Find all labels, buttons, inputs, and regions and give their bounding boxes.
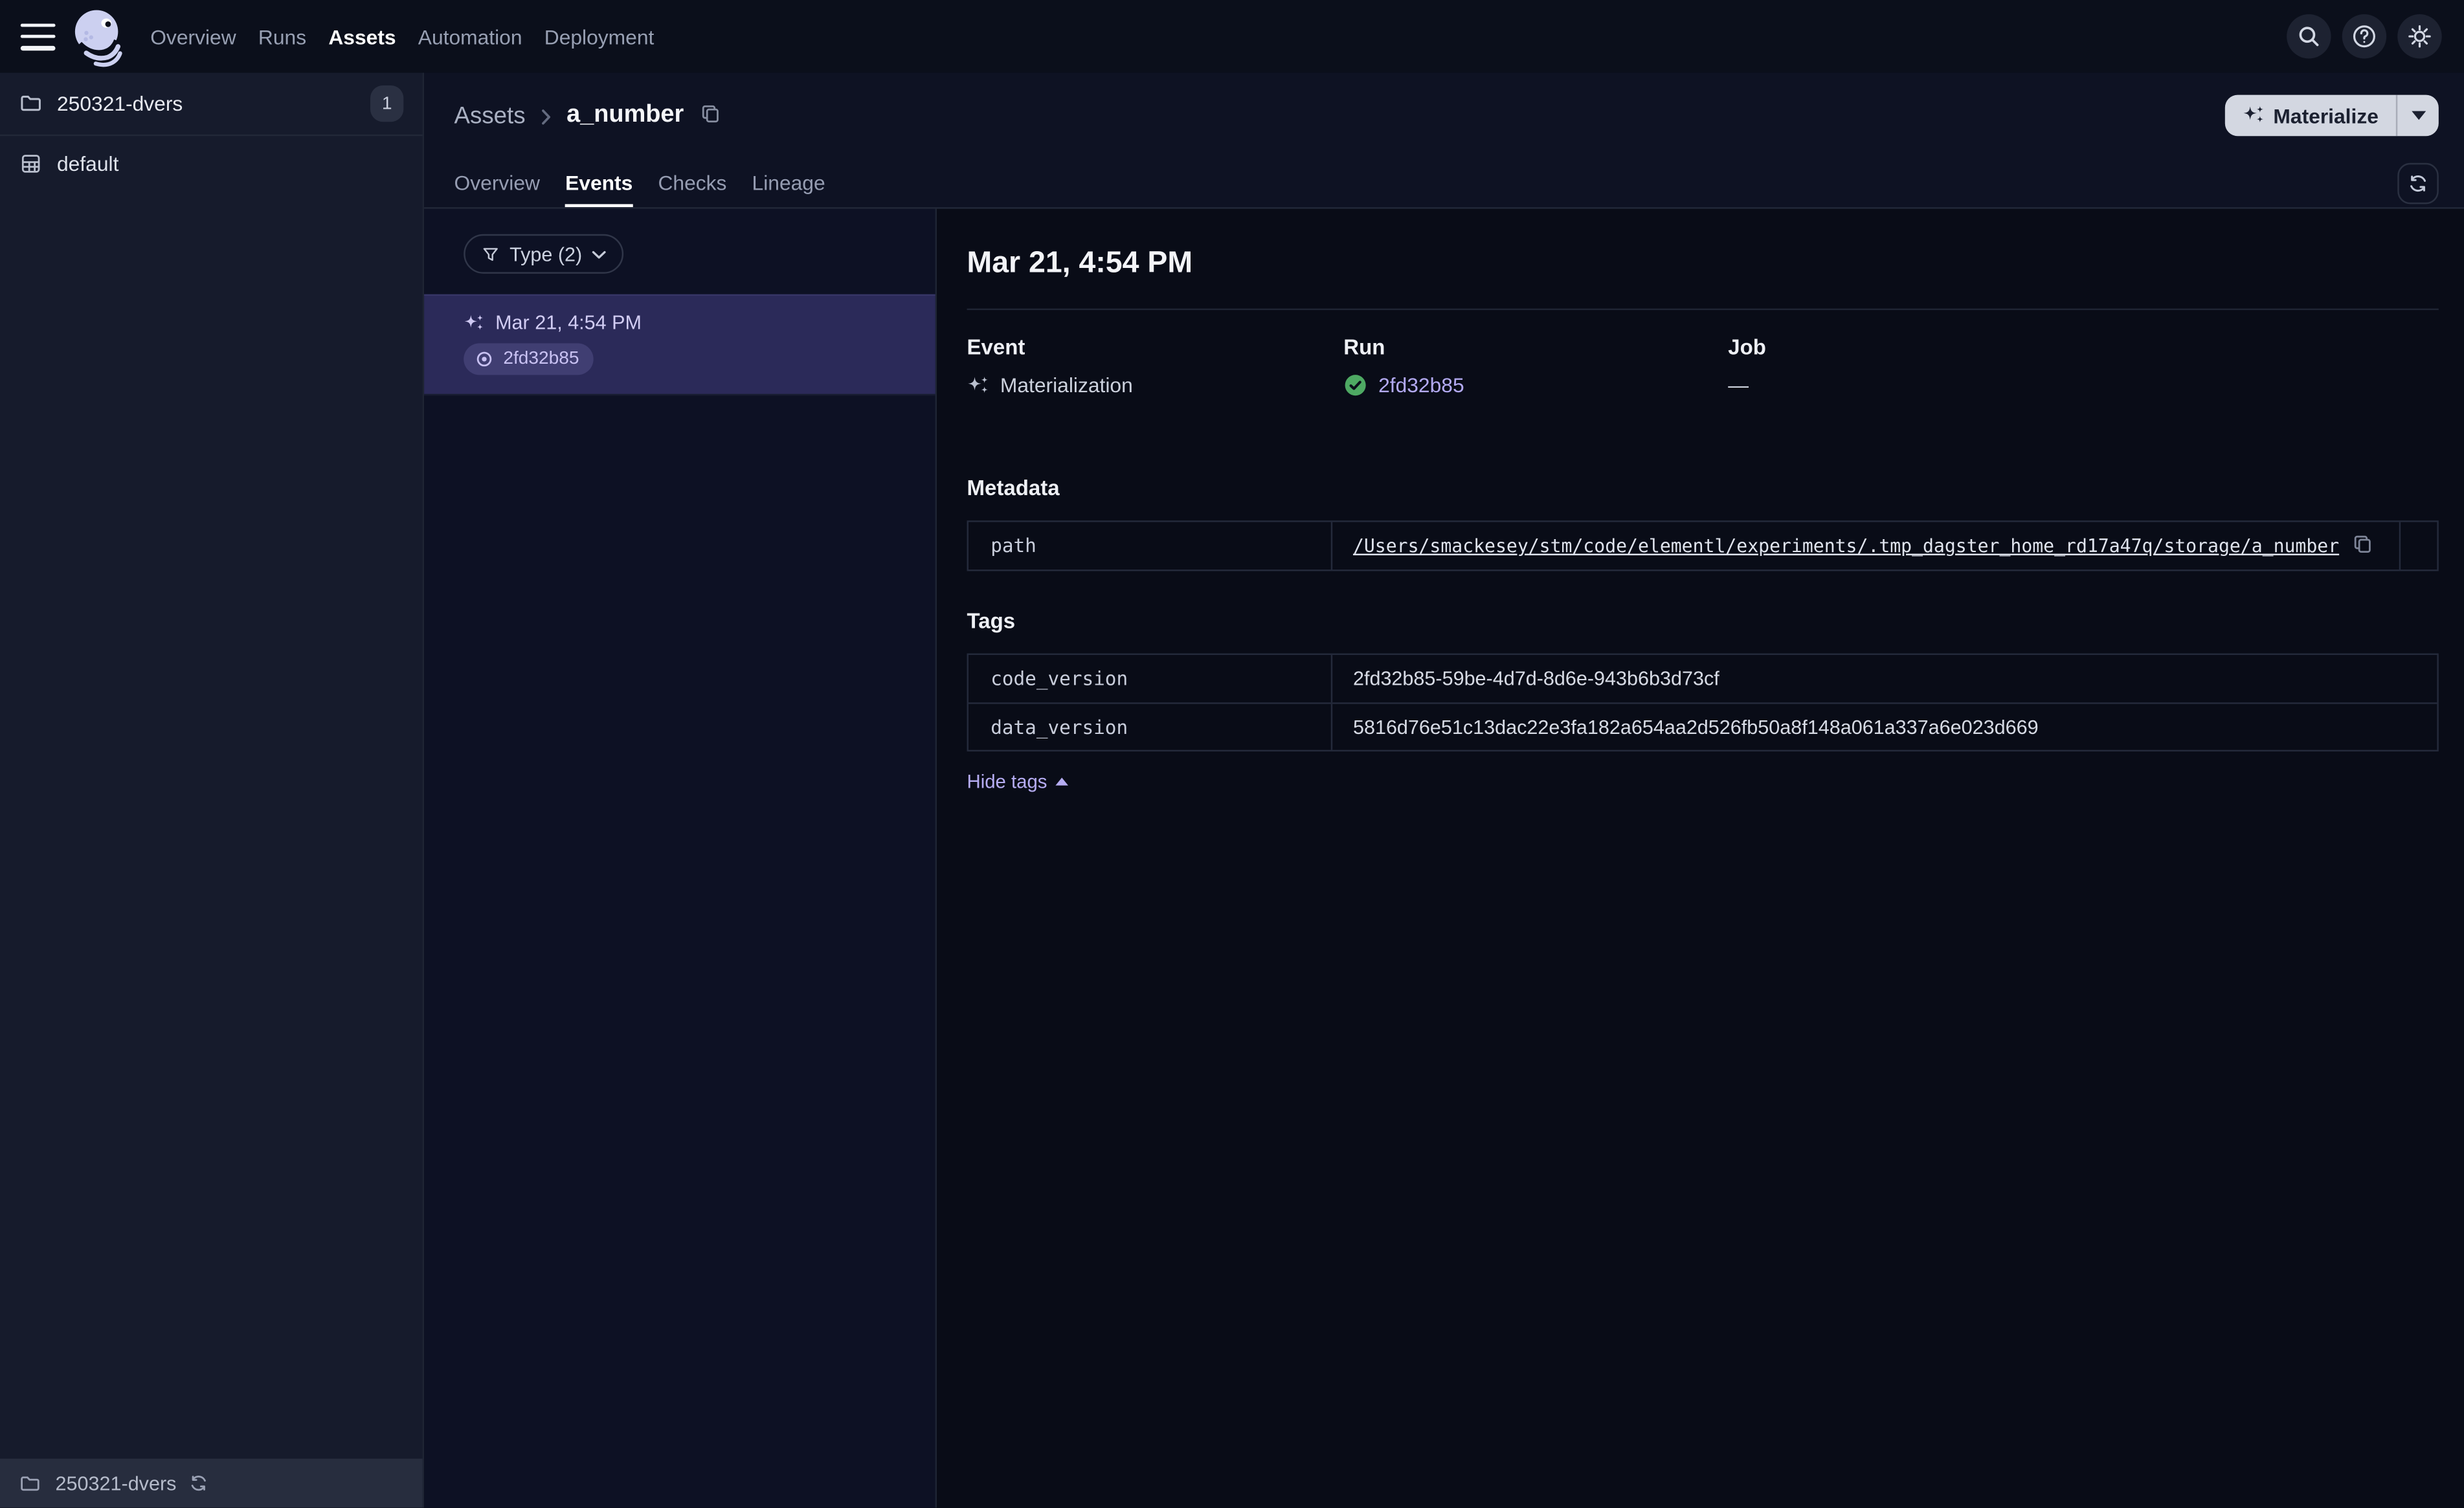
search-icon bbox=[2296, 24, 2322, 49]
materialization-sparkle-icon bbox=[464, 313, 484, 333]
tag-key: code_version bbox=[969, 654, 1333, 703]
folder-icon bbox=[19, 1472, 41, 1494]
main-content: Assets a_number Materialize Overview Eve… bbox=[424, 72, 2464, 1508]
settings-button[interactable] bbox=[2397, 14, 2442, 59]
divider bbox=[967, 308, 2439, 311]
event-column: Event Materialization bbox=[967, 335, 1344, 397]
materialize-split-button: Materialize bbox=[2224, 94, 2439, 137]
folder-icon bbox=[19, 92, 43, 116]
sidebar-item-label: default bbox=[56, 151, 119, 175]
materialize-button[interactable]: Materialize bbox=[2224, 95, 2396, 137]
event-column-label: Event bbox=[967, 335, 1025, 359]
asset-tabs: Overview Events Checks Lineage bbox=[424, 158, 2464, 207]
top-nav-actions bbox=[2287, 14, 2442, 59]
materialize-dropdown-button[interactable] bbox=[2397, 95, 2439, 137]
copy-path-button[interactable] bbox=[2352, 533, 2374, 560]
metadata-heading: Metadata bbox=[967, 476, 1060, 500]
tab-events[interactable]: Events bbox=[565, 158, 633, 207]
nav-item-runs[interactable]: Runs bbox=[258, 25, 306, 49]
sidebar-footer-code-location[interactable]: 250321-dvers bbox=[0, 1458, 423, 1508]
dagster-app: Overview Runs Assets Automation Deployme… bbox=[0, 0, 2464, 1508]
asset-group-icon bbox=[19, 151, 43, 175]
copy-icon bbox=[2352, 533, 2374, 555]
asset-header: Assets a_number Materialize Overview Eve… bbox=[424, 72, 2464, 209]
materialize-button-label: Materialize bbox=[2273, 104, 2379, 128]
dagster-logo-icon[interactable] bbox=[67, 3, 130, 70]
tag-key: data_version bbox=[969, 704, 1333, 750]
job-column: Job — bbox=[1728, 335, 2439, 397]
sidebar-item-default[interactable]: default bbox=[0, 136, 423, 190]
run-column-label: Run bbox=[1343, 335, 1385, 359]
nav-item-assets[interactable]: Assets bbox=[328, 25, 396, 49]
sidebar-group-count-badge: 1 bbox=[370, 85, 404, 122]
event-list: Mar 21, 4:54 PM 2fd32b85 bbox=[424, 294, 935, 396]
search-button[interactable] bbox=[2287, 14, 2331, 59]
chevron-down-icon bbox=[592, 249, 606, 259]
breadcrumb: Assets a_number Materialize bbox=[424, 72, 2464, 158]
tab-lineage[interactable]: Lineage bbox=[752, 158, 825, 207]
asset-sidebar: 250321-dvers 1 default 250321-dvers bbox=[0, 72, 425, 1508]
sync-icon bbox=[2407, 172, 2429, 194]
event-summary-columns: Event Materialization Run 2fd32b85 Job — bbox=[967, 335, 2439, 397]
tags-heading: Tags bbox=[967, 609, 1016, 633]
metadata-key: path bbox=[969, 522, 1333, 570]
event-detail-panel: Mar 21, 4:54 PM Event Materialization Ru… bbox=[937, 208, 2464, 1508]
hamburger-menu-button[interactable] bbox=[20, 23, 56, 50]
tab-overview[interactable]: Overview bbox=[454, 158, 540, 207]
run-chip-label: 2fd32b85 bbox=[503, 349, 579, 369]
sparkle-icon bbox=[2242, 104, 2264, 126]
type-filter-label: Type (2) bbox=[510, 243, 583, 265]
event-detail-title: Mar 21, 4:54 PM bbox=[967, 247, 1193, 280]
run-success-check-icon bbox=[1343, 373, 1367, 397]
tag-value: 2fd32b85-59be-4d7d-8d6e-943b6b3d73cf bbox=[1352, 667, 1719, 690]
nav-item-overview[interactable]: Overview bbox=[150, 25, 236, 49]
job-empty-value: — bbox=[1728, 373, 1749, 397]
main-nav: Overview Runs Assets Automation Deployme… bbox=[150, 25, 654, 49]
tab-checks[interactable]: Checks bbox=[658, 158, 726, 207]
event-list-panel: Type (2) Mar 21, 4:54 PM 2fd32b85 bbox=[424, 208, 937, 1508]
caret-down-icon bbox=[2411, 111, 2426, 120]
table-row: code_version 2fd32b85-59be-4d7d-8d6e-943… bbox=[969, 654, 2437, 703]
sidebar-group-row[interactable]: 250321-dvers 1 bbox=[0, 72, 423, 137]
table-row: path /Users/smackesey/stm/code/elementl/… bbox=[969, 522, 2437, 570]
breadcrumb-assets-link[interactable]: Assets bbox=[454, 102, 526, 129]
copy-asset-name-button[interactable] bbox=[700, 102, 722, 129]
chevron-right-icon bbox=[540, 108, 553, 124]
copy-icon bbox=[700, 102, 722, 124]
sidebar-group-name: 250321-dvers bbox=[56, 91, 183, 116]
table-row: data_version 5816d76e51c13dac22e3fa182a6… bbox=[968, 702, 2437, 750]
run-id-link[interactable]: 2fd32b85 bbox=[1378, 373, 1464, 397]
refresh-button[interactable] bbox=[2397, 162, 2439, 204]
event-filter-row: Type (2) bbox=[424, 209, 935, 274]
nav-item-deployment[interactable]: Deployment bbox=[544, 25, 655, 49]
metadata-path-link[interactable]: /Users/smackesey/stm/code/elementl/exper… bbox=[1353, 535, 2339, 557]
sync-icon[interactable] bbox=[189, 1473, 210, 1494]
event-timestamp: Mar 21, 4:54 PM bbox=[495, 311, 642, 334]
page-title: a_number bbox=[566, 101, 684, 128]
top-nav-bar: Overview Runs Assets Automation Deployme… bbox=[0, 0, 2464, 73]
run-column: Run 2fd32b85 bbox=[1343, 335, 1728, 397]
metadata-table: path /Users/smackesey/stm/code/elementl/… bbox=[967, 520, 2439, 571]
filter-funnel-icon bbox=[481, 245, 500, 263]
hide-tags-button[interactable]: Hide tags bbox=[967, 770, 1068, 793]
help-button[interactable] bbox=[2342, 14, 2387, 59]
footer-code-location-name: 250321-dvers bbox=[55, 1472, 177, 1494]
tag-value: 5816d76e51c13dac22e3fa182a654aa2d526fb50… bbox=[1352, 716, 2039, 738]
type-filter-button[interactable]: Type (2) bbox=[464, 234, 623, 274]
run-circle-dot-icon bbox=[475, 349, 493, 368]
gear-icon bbox=[2407, 24, 2432, 49]
event-list-item-selected[interactable]: Mar 21, 4:54 PM 2fd32b85 bbox=[424, 294, 935, 396]
job-column-label: Job bbox=[1728, 335, 1766, 359]
events-view: Type (2) Mar 21, 4:54 PM 2fd32b85 Mar 21… bbox=[424, 208, 2464, 1508]
help-icon bbox=[2351, 24, 2377, 49]
run-id-chip[interactable]: 2fd32b85 bbox=[464, 343, 594, 375]
nav-item-automation[interactable]: Automation bbox=[418, 25, 522, 49]
materialization-sparkle-icon bbox=[967, 374, 989, 396]
tags-table: code_version 2fd32b85-59be-4d7d-8d6e-943… bbox=[967, 653, 2439, 752]
event-type-value: Materialization bbox=[1000, 373, 1133, 397]
table-action-cell bbox=[2399, 522, 2437, 570]
caret-up-icon bbox=[1055, 777, 1068, 786]
hide-tags-label: Hide tags bbox=[967, 770, 1047, 793]
